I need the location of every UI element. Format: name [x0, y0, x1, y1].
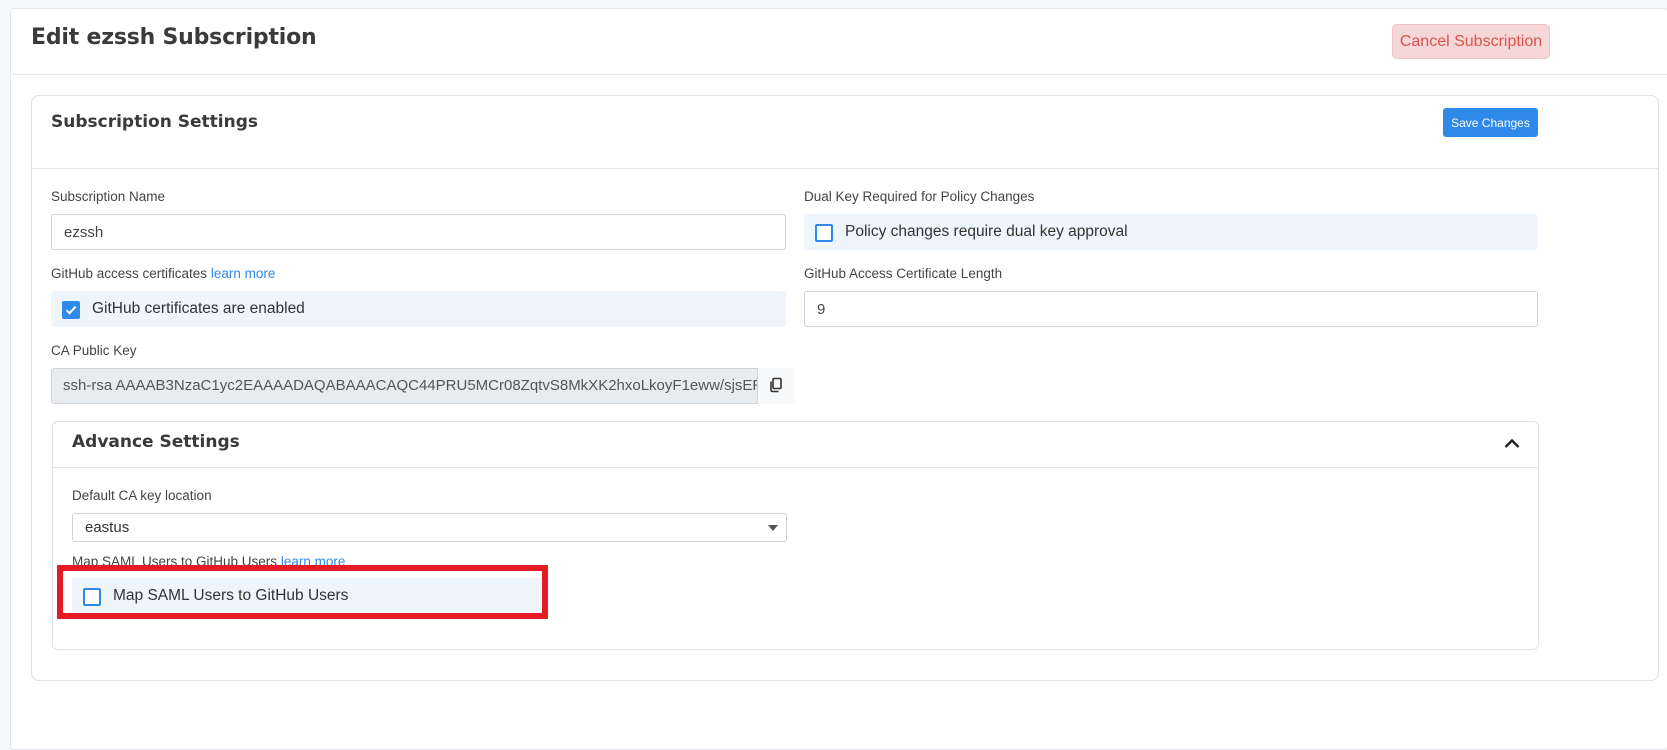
cert-length-input[interactable] [804, 291, 1538, 327]
edit-subscription-panel: Edit ezssh Subscription Cancel Subscript… [10, 8, 1667, 750]
advance-settings-title: Advance Settings [72, 432, 240, 452]
github-certs-label: GitHub access certificates learn more [51, 266, 275, 281]
chevron-down-icon [768, 525, 778, 531]
dual-key-checkbox[interactable] [815, 224, 833, 242]
saml-map-checkbox[interactable] [83, 588, 101, 606]
dual-key-checkbox-row[interactable]: Policy changes require dual key approval [804, 214, 1538, 250]
ca-location-select[interactable]: eastus [72, 513, 787, 542]
chevron-up-icon[interactable] [1502, 434, 1522, 454]
advance-settings-card: Advance Settings Default CA key location… [52, 421, 1539, 650]
github-certs-checkbox-row[interactable]: GitHub certificates are enabled [51, 291, 786, 327]
saml-map-label-text: Map SAML Users to GitHub Users [72, 554, 278, 569]
dual-key-label: Dual Key Required for Policy Changes [804, 189, 1035, 204]
checkmark-icon [65, 305, 77, 315]
saml-map-learn-more-link[interactable]: learn more [281, 554, 346, 569]
ca-location-label: Default CA key location [72, 488, 212, 503]
advance-settings-header[interactable]: Advance Settings [53, 422, 1538, 468]
copy-key-button[interactable] [758, 368, 794, 404]
ca-public-key-label: CA Public Key [51, 343, 137, 358]
github-certs-checkbox-label: GitHub certificates are enabled [92, 300, 305, 317]
subscription-name-input[interactable] [51, 214, 786, 250]
subscription-settings-card: Subscription Settings Save Changes Subsc… [31, 95, 1659, 681]
ca-location-value: eastus [85, 519, 130, 536]
subscription-settings-header: Subscription Settings Save Changes [32, 96, 1658, 169]
dual-key-checkbox-label: Policy changes require dual key approval [845, 223, 1128, 240]
save-changes-button[interactable]: Save Changes [1443, 108, 1538, 137]
github-certs-checkbox[interactable] [62, 301, 80, 319]
saml-map-checkbox-row[interactable]: Map SAML Users to GitHub Users [72, 578, 543, 614]
page-header: Edit ezssh Subscription Cancel Subscript… [11, 9, 1667, 75]
subscription-settings-title: Subscription Settings [51, 112, 258, 132]
saml-map-checkbox-label: Map SAML Users to GitHub Users [113, 587, 349, 604]
copy-icon [770, 377, 782, 392]
subscription-name-label: Subscription Name [51, 189, 166, 204]
cancel-subscription-button[interactable]: Cancel Subscription [1392, 24, 1550, 59]
github-certs-learn-more-link[interactable]: learn more [211, 266, 276, 281]
ca-public-key-field[interactable]: ssh-rsa AAAAB3NzaC1yc2EAAAADAQABAAACAQC4… [51, 368, 758, 404]
page-title: Edit ezssh Subscription [31, 25, 317, 50]
saml-map-label: Map SAML Users to GitHub Users learn mor… [72, 554, 345, 569]
github-certs-label-text: GitHub access certificates [51, 266, 208, 281]
cert-length-label: GitHub Access Certificate Length [804, 266, 1003, 281]
